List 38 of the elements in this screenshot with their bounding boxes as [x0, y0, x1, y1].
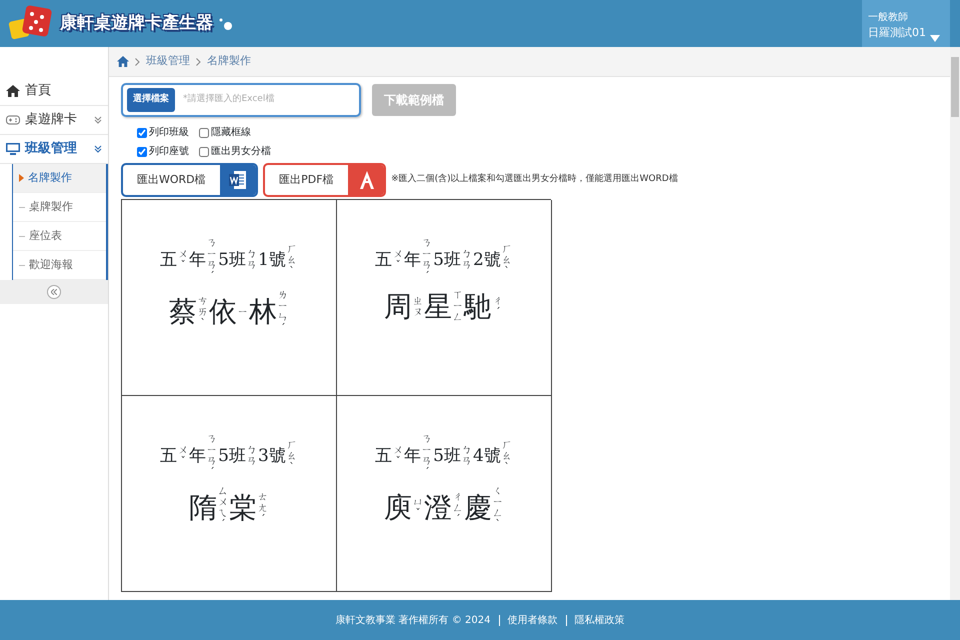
choose-file-button[interactable]: 選擇檔案 — [127, 88, 175, 112]
user-role: 一般教師 — [868, 11, 909, 25]
sidebar-item[interactable]: 桌遊牌卡 — [0, 106, 108, 135]
checkbox[interactable] — [137, 146, 147, 156]
user-name: 日羅測試01 — [868, 25, 926, 41]
sidebar-subitem[interactable]: 名牌製作 — [13, 164, 106, 193]
export-pdf-button[interactable]: 匯出PDF檔 — [263, 163, 386, 197]
home-icon — [6, 84, 20, 98]
sidebar-subitem[interactable]: 桌牌製作 — [13, 193, 106, 222]
footer-link[interactable]: 隱私權政策 — [574, 612, 624, 628]
home-icon[interactable] — [117, 56, 129, 67]
footer-link[interactable]: 使用者條款 — [508, 612, 558, 628]
double-chevron-left-icon — [51, 289, 57, 295]
checkbox-label: 列印班級 — [149, 126, 189, 140]
collapse-sidebar-button[interactable] — [47, 285, 61, 299]
checkbox-label: 匯出男女分檔 — [211, 144, 271, 159]
dots-icon — [219, 16, 233, 30]
export-note: ※匯入二個(含)以上檔案和勾選匯出男女分檔時，僅能選用匯出WORD檔 — [391, 173, 678, 186]
breadcrumb-link[interactable]: 名牌製作 — [207, 53, 251, 70]
app-logo-text: 康軒桌遊牌卡產生器 — [60, 12, 213, 35]
breadcrumb-link[interactable]: 班級管理 — [146, 53, 190, 70]
checkbox[interactable] — [137, 128, 147, 138]
checkbox-label: 列印座號 — [149, 144, 189, 159]
checkbox[interactable] — [199, 128, 209, 138]
checkbox[interactable] — [199, 146, 209, 156]
sidebar-subitem[interactable]: 座位表 — [13, 222, 106, 251]
scrollbar-thumb[interactable] — [951, 57, 959, 117]
copyright-text: 康軒文教事業 著作權所有 © 2024 — [336, 614, 490, 628]
sidebar-item[interactable]: 首頁 — [0, 77, 108, 106]
checkbox-label: 隱藏框線 — [211, 126, 251, 140]
chevron-right-icon — [196, 58, 201, 66]
word-document-icon — [228, 169, 248, 191]
export-word-button[interactable]: 匯出WORD檔 — [121, 163, 258, 197]
monitor-icon — [6, 142, 20, 156]
file-picker[interactable]: 選擇檔案 *請選擇匯入的Excel檔 — [121, 83, 361, 117]
chevron-right-icon — [135, 58, 140, 66]
gamepad-icon — [6, 113, 20, 127]
caret-icon — [930, 34, 940, 42]
